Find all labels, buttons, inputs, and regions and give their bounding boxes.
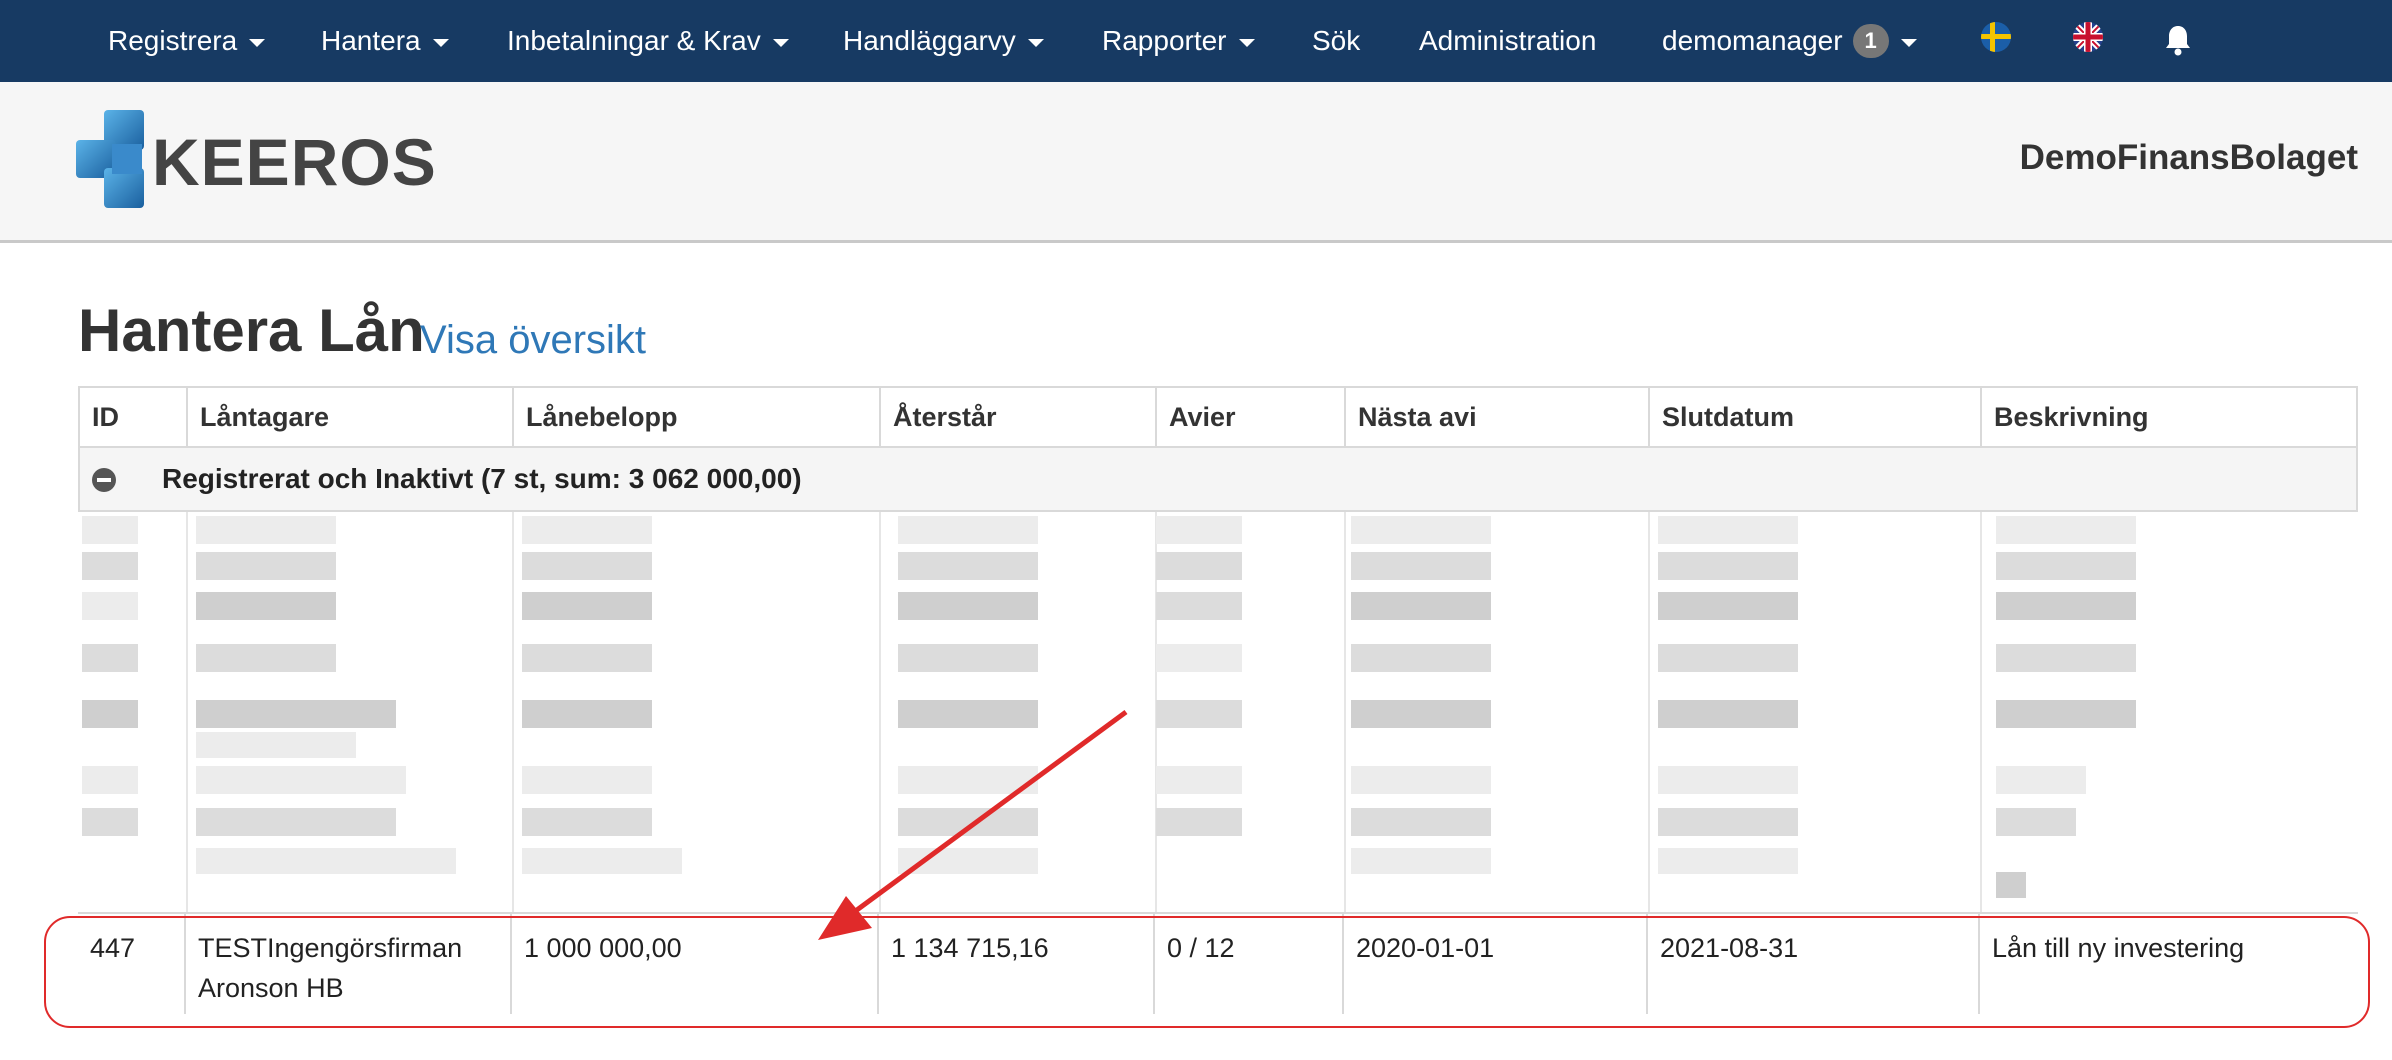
column-divider [879,512,881,912]
nav-rapporter-label: Rapporter [1102,25,1227,56]
overview-link[interactable]: Visa översikt [420,318,646,363]
keeros-logo[interactable]: KEEROS [76,110,446,210]
cell-end-date: 2021-08-31 [1648,914,1980,1014]
column-header-id[interactable]: ID [80,388,188,446]
chevron-down-icon [432,39,449,47]
nav-registrera-label: Registrera [108,25,238,56]
column-header-borrower[interactable]: Låntagare [188,388,514,446]
column-divider [186,512,188,912]
page-title: Hantera Lån [78,297,425,364]
company-name: DemoFinansBolaget [2019,138,2358,177]
blurred-rows [78,512,2358,912]
nav-rapporter[interactable]: Rapporter [1102,0,1255,82]
nav-registrera[interactable]: Registrera [108,0,266,82]
column-divider [1344,512,1346,912]
nav-sok-label: Sök [1312,25,1361,56]
uk-flag-icon[interactable] [2073,22,2103,52]
user-name: demomanager [1662,25,1843,56]
nav-sok[interactable]: Sök [1312,0,1360,82]
nav-user-menu[interactable]: demomanager 1 [1662,0,1917,82]
cell-next-notice: 2020-01-01 [1344,914,1648,1014]
cell-notices: 0 / 12 [1155,914,1344,1014]
chevron-down-icon [1027,39,1044,47]
nav-hantera[interactable]: Hantera [321,0,449,82]
cell-description: Lån till ny investering [1992,933,2245,963]
column-divider [1648,512,1650,912]
column-header-amount[interactable]: Lånebelopp [514,388,881,446]
nav-hantera-label: Hantera [321,25,421,56]
cell-amount: 1 000 000,00 [512,914,879,1014]
table-row[interactable]: 447 TESTIngengörsfirman Aronson HB 1 000… [78,912,2358,1016]
top-navbar: Registrera Hantera Inbetalningar & Krav … [0,0,2392,82]
nav-administration[interactable]: Administration [1419,0,1596,82]
nav-handlaggarvy-label: Handläggarvy [843,25,1016,56]
chevron-down-icon [1238,39,1255,47]
group-row[interactable]: Registrerat och Inaktivt (7 st, sum: 3 0… [78,448,2358,512]
swedish-flag-icon[interactable] [1981,22,2011,52]
column-header-notices[interactable]: Avier [1157,388,1346,446]
column-header-next-notice[interactable]: Nästa avi [1346,388,1650,446]
column-header-description[interactable]: Beskrivning [1982,388,2356,446]
nav-inbetalningar[interactable]: Inbetalningar & Krav [507,0,789,82]
bell-icon[interactable] [2163,24,2193,56]
column-header-remaining[interactable]: Återstår [881,388,1157,446]
collapse-minus-icon[interactable] [92,468,116,492]
table-header-row: ID Låntagare Lånebelopp Återstår Avier N… [78,386,2358,448]
column-header-end-date[interactable]: Slutdatum [1650,388,1982,446]
chevron-down-icon [1900,39,1917,47]
chevron-down-icon [249,39,266,47]
chevron-down-icon [772,39,789,47]
logo-text: KEEROS [152,125,437,199]
group-label: Registrerat och Inaktivt (7 st, sum: 3 0… [162,463,802,494]
column-divider [1980,512,1982,912]
page-header: KEEROS DemoFinansBolaget [0,82,2392,243]
cell-remaining: 1 134 715,16 [879,914,1155,1014]
nav-handlaggarvy[interactable]: Handläggarvy [843,0,1044,82]
nav-administration-label: Administration [1419,25,1597,56]
cell-id: 447 [78,914,186,1014]
notification-count-badge: 1 [1852,24,1889,58]
nav-inbetalningar-label: Inbetalningar & Krav [507,25,761,56]
cell-borrower: TESTIngengörsfirman Aronson HB [186,914,512,1014]
column-divider [512,512,514,912]
